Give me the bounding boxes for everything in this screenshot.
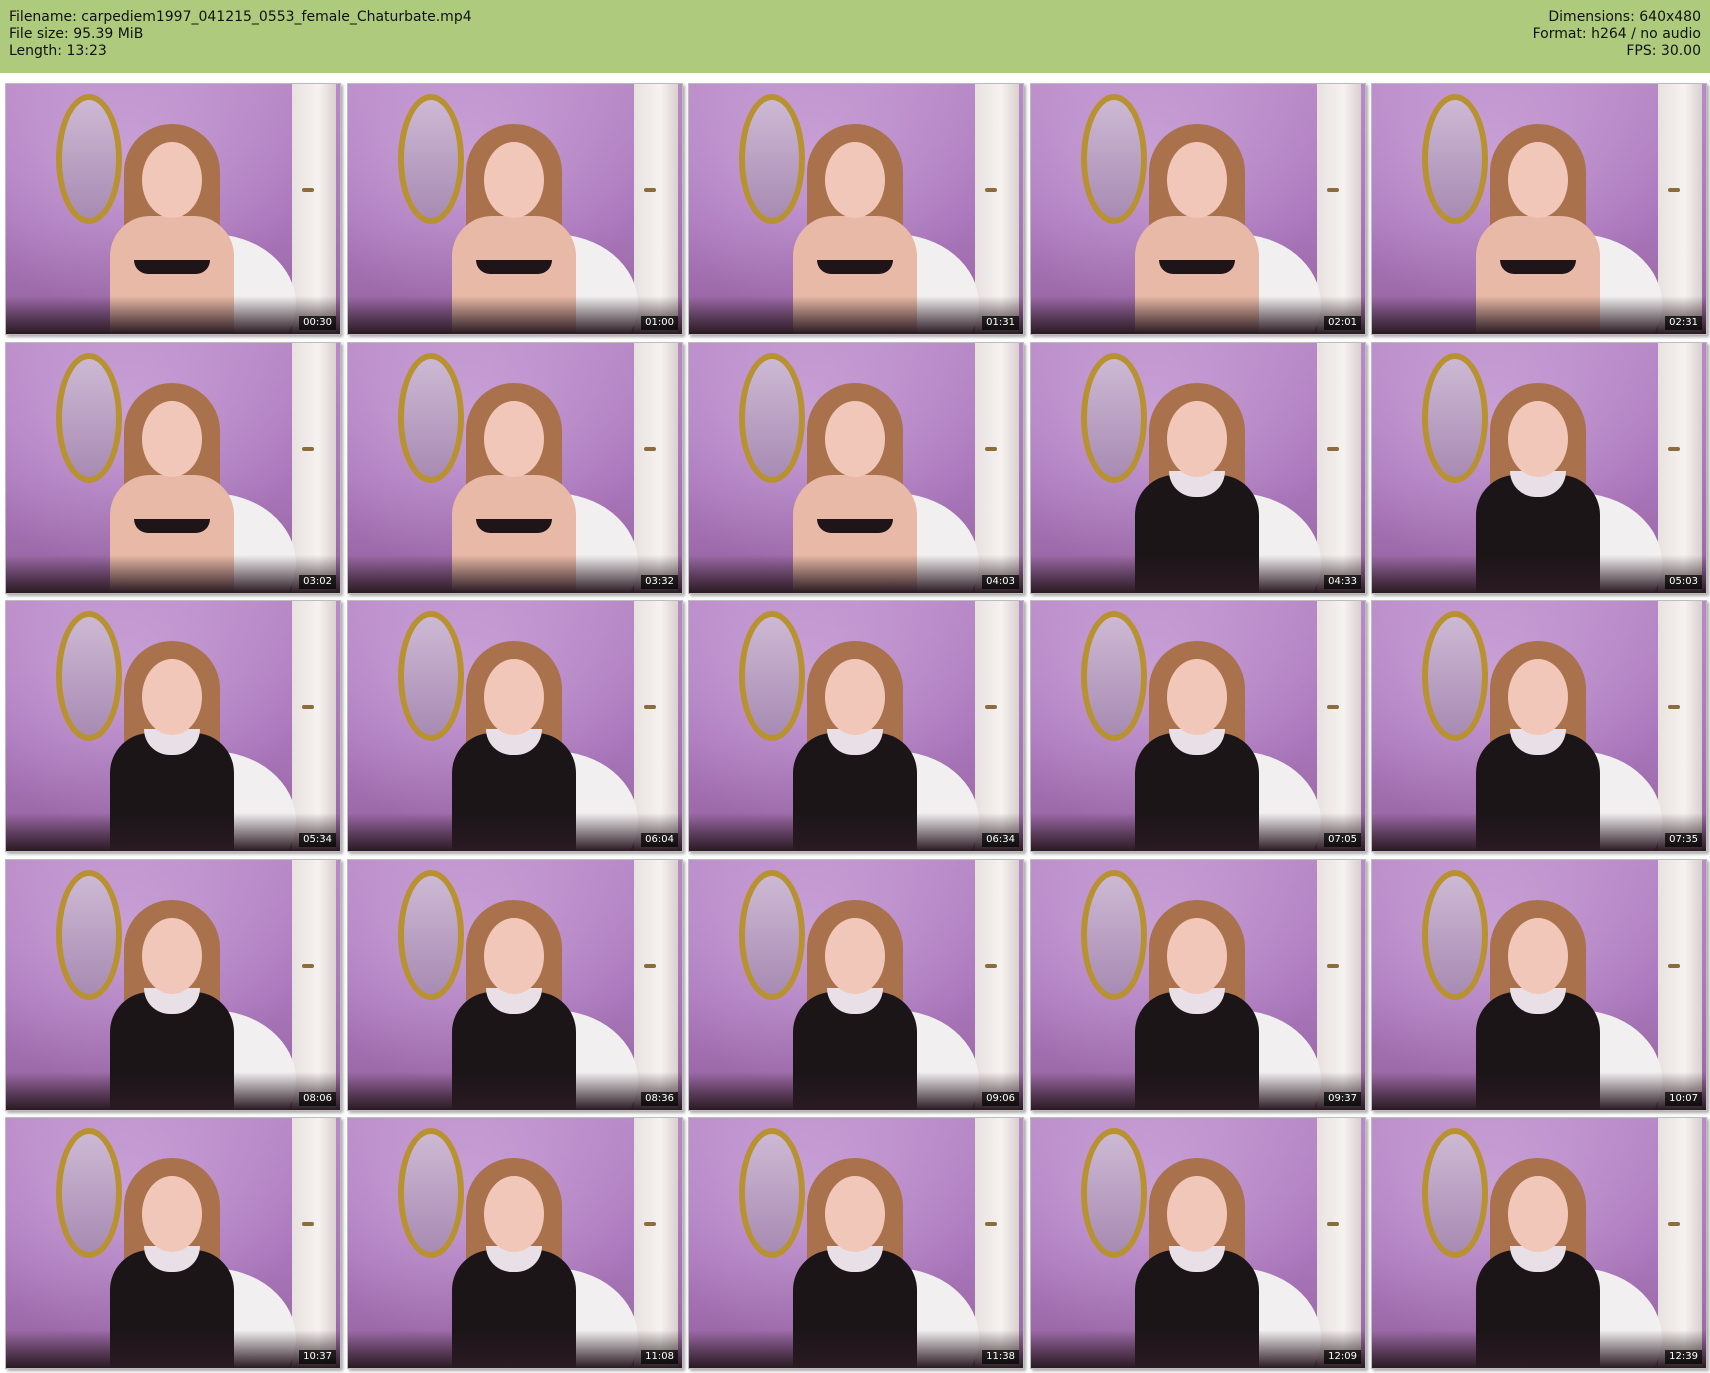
timestamp-label: 11:08 bbox=[641, 1350, 678, 1364]
video-frame-image bbox=[6, 343, 340, 593]
video-frame-image bbox=[689, 601, 1023, 851]
video-frame-image bbox=[1031, 601, 1365, 851]
timestamp-label: 01:00 bbox=[641, 316, 678, 330]
video-thumbnail: 02:01 bbox=[1030, 83, 1366, 335]
video-thumbnail: 03:32 bbox=[347, 342, 683, 594]
timestamp-label: 05:34 bbox=[299, 833, 336, 847]
video-frame-image bbox=[689, 84, 1023, 334]
timestamp-label: 04:03 bbox=[982, 575, 1019, 589]
video-thumbnail: 12:39 bbox=[1371, 1117, 1707, 1369]
header-right-info: Dimensions: 640x480 Format: h264 / no au… bbox=[1533, 9, 1701, 60]
video-frame-image bbox=[348, 601, 682, 851]
video-thumbnail: 00:30 bbox=[5, 83, 341, 335]
timestamp-label: 06:34 bbox=[982, 833, 1019, 847]
video-thumbnail: 05:03 bbox=[1371, 342, 1707, 594]
video-thumbnail: 06:04 bbox=[347, 600, 683, 852]
video-thumbnail: 11:08 bbox=[347, 1117, 683, 1369]
video-thumbnail: 01:00 bbox=[347, 83, 683, 335]
timestamp-label: 07:35 bbox=[1665, 833, 1702, 847]
fps-text: FPS: 30.00 bbox=[1626, 43, 1701, 59]
timestamp-label: 05:03 bbox=[1665, 575, 1702, 589]
video-frame-image bbox=[348, 860, 682, 1110]
video-thumbnail: 10:37 bbox=[5, 1117, 341, 1369]
video-frame-image bbox=[6, 84, 340, 334]
video-frame-image bbox=[689, 860, 1023, 1110]
video-thumbnail: 06:34 bbox=[688, 600, 1024, 852]
timestamp-label: 07:05 bbox=[1324, 833, 1361, 847]
length-text: Length: 13:23 bbox=[9, 43, 107, 59]
video-frame-image bbox=[1372, 860, 1706, 1110]
video-frame-image bbox=[1372, 343, 1706, 593]
video-thumbnail: 11:38 bbox=[688, 1117, 1024, 1369]
video-frame-image bbox=[1031, 860, 1365, 1110]
video-thumbnail: 07:35 bbox=[1371, 600, 1707, 852]
video-thumbnail: 09:37 bbox=[1030, 859, 1366, 1111]
video-frame-image bbox=[689, 343, 1023, 593]
video-frame-image bbox=[6, 860, 340, 1110]
video-frame-image bbox=[689, 1118, 1023, 1368]
header-left-info: Filename: carpediem1997_041215_0553_fema… bbox=[9, 9, 472, 60]
timestamp-label: 10:07 bbox=[1665, 1092, 1702, 1106]
video-thumbnail: 04:33 bbox=[1030, 342, 1366, 594]
timestamp-label: 08:06 bbox=[299, 1092, 336, 1106]
info-header: Filename: carpediem1997_041215_0553_fema… bbox=[0, 0, 1710, 73]
timestamp-label: 00:30 bbox=[299, 316, 336, 330]
timestamp-label: 12:39 bbox=[1665, 1350, 1702, 1364]
video-frame-image bbox=[348, 1118, 682, 1368]
video-frame-image bbox=[1031, 84, 1365, 334]
timestamp-label: 09:37 bbox=[1324, 1092, 1361, 1106]
video-frame-image bbox=[1031, 343, 1365, 593]
filename-text: Filename: carpediem1997_041215_0553_fema… bbox=[9, 9, 472, 25]
video-frame-image bbox=[1372, 84, 1706, 334]
timestamp-label: 12:09 bbox=[1324, 1350, 1361, 1364]
timestamp-label: 11:38 bbox=[982, 1350, 1019, 1364]
video-thumbnail: 05:34 bbox=[5, 600, 341, 852]
video-thumbnail: 01:31 bbox=[688, 83, 1024, 335]
format-text: Format: h264 / no audio bbox=[1532, 26, 1701, 42]
video-thumbnail: 09:06 bbox=[688, 859, 1024, 1111]
timestamp-label: 08:36 bbox=[641, 1092, 678, 1106]
video-thumbnail: 08:36 bbox=[347, 859, 683, 1111]
video-frame-image bbox=[6, 1118, 340, 1368]
timestamp-label: 02:01 bbox=[1324, 316, 1361, 330]
file-size-text: File size: 95.39 MiB bbox=[9, 26, 144, 42]
timestamp-label: 03:02 bbox=[299, 575, 336, 589]
video-thumbnail: 04:03 bbox=[688, 342, 1024, 594]
video-frame-image bbox=[348, 84, 682, 334]
timestamp-label: 09:06 bbox=[982, 1092, 1019, 1106]
video-thumbnail: 07:05 bbox=[1030, 600, 1366, 852]
timestamp-label: 06:04 bbox=[641, 833, 678, 847]
video-frame-image bbox=[6, 601, 340, 851]
timestamp-label: 10:37 bbox=[299, 1350, 336, 1364]
video-thumbnail: 10:07 bbox=[1371, 859, 1707, 1111]
video-thumbnail: 12:09 bbox=[1030, 1117, 1366, 1369]
video-frame-image bbox=[1031, 1118, 1365, 1368]
dimensions-text: Dimensions: 640x480 bbox=[1548, 9, 1701, 25]
thumbnail-grid: 00:30 01:00 01:31 02:01 02:31 03:02 03:32 04:03… bbox=[0, 73, 1710, 1373]
video-thumbnail: 08:06 bbox=[5, 859, 341, 1111]
timestamp-label: 03:32 bbox=[641, 575, 678, 589]
video-thumbnail: 03:02 bbox=[5, 342, 341, 594]
video-frame-image bbox=[1372, 1118, 1706, 1368]
timestamp-label: 02:31 bbox=[1665, 316, 1702, 330]
video-frame-image bbox=[348, 343, 682, 593]
video-frame-image bbox=[1372, 601, 1706, 851]
video-thumbnail: 02:31 bbox=[1371, 83, 1707, 335]
timestamp-label: 04:33 bbox=[1324, 575, 1361, 589]
timestamp-label: 01:31 bbox=[982, 316, 1019, 330]
